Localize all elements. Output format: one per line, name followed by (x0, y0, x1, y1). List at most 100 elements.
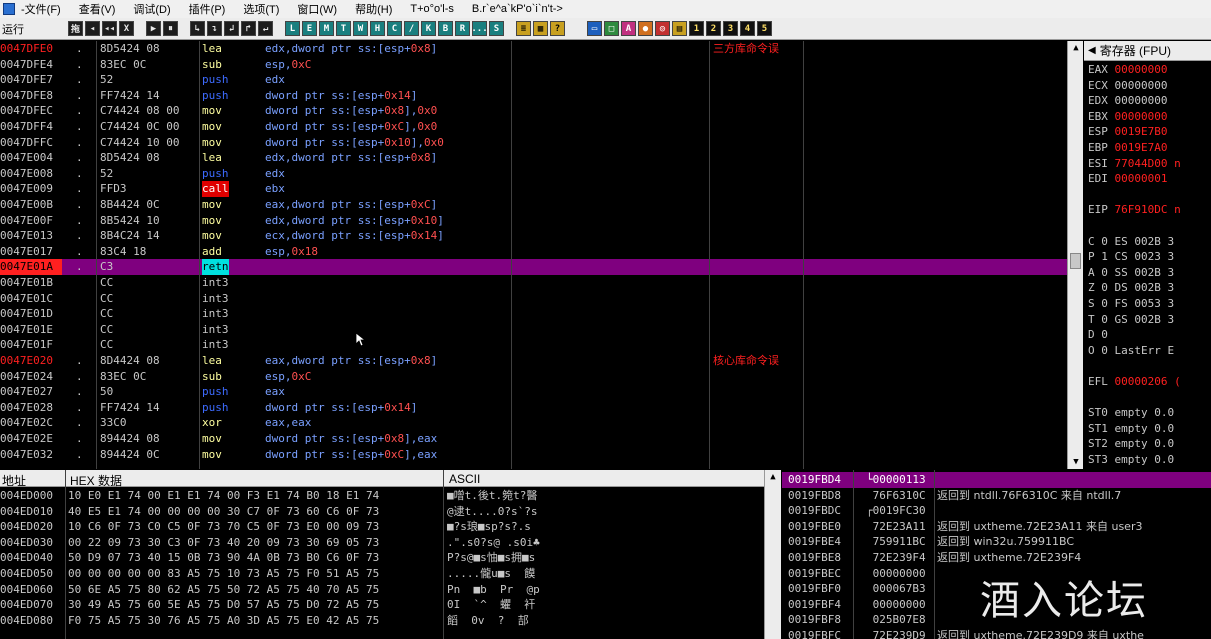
disasm-row[interactable]: 0047DFEC. C74424 08 00 mov dword ptr ss:[es… (0, 103, 1083, 119)
run-button[interactable]: ▶ (146, 21, 161, 36)
register-row[interactable]: P 1 CS 0023 3 (1088, 249, 1174, 265)
dump-row[interactable]: 004ED050 00 00 00 00 00 83 A5 75 10 73 A5… (0, 566, 764, 582)
dump-row[interactable]: 004ED080 F0 75 A5 75 30 76 A5 75 A0 3D A5… (0, 613, 764, 629)
step-into-button[interactable]: ↳ (190, 21, 205, 36)
window-icon-button[interactable]: ▭ (587, 21, 602, 36)
disasm-row[interactable]: 0047E01A. C3 retn (0, 259, 1083, 275)
disasm-row[interactable]: 0047DFE0. 8D5424 08 lea edx,dword ptr ss:[e… (0, 41, 1083, 57)
menu-tools[interactable]: T+o°o'l-s (410, 3, 453, 15)
register-row[interactable]: T 0 GS 002B 3 (1088, 312, 1174, 328)
trace-over-button[interactable]: ↱ (241, 21, 256, 36)
register-row[interactable]: ST1 empty 0.0 (1088, 421, 1174, 437)
disasm-row[interactable]: 0047E020. 8D4424 08 lea eax,dword ptr ss:[e… (0, 353, 1083, 369)
dump-row[interactable]: 004ED040 50 D9 07 73 40 15 0B 73 90 4A 0B… (0, 550, 764, 566)
callstack-window-button[interactable]: K (421, 21, 436, 36)
disasm-row[interactable]: 0047E024. 83EC 0C sub esp,0xC (0, 369, 1083, 385)
list-icon-button[interactable]: ≡ (516, 21, 531, 36)
disasm-row[interactable]: 0047E013. 8B4C24 14 mov ecx,dword ptr ss:[e… (0, 228, 1083, 244)
execute-till-return-button[interactable]: ↵ (258, 21, 273, 36)
registers-pane[interactable]: ◀ 寄存器 (FPU) EAX 00000000 ECX 00000000 EDX … (1084, 41, 1211, 469)
bookmark-5-button[interactable]: 5 (757, 21, 772, 36)
disasm-row[interactable]: 0047DFE8. FF7424 14 push dword ptr ss:[esp+… (0, 88, 1083, 104)
dump-row[interactable]: 004ED020 10 C6 0F 73 C0 C5 0F 73 70 C5 0F… (0, 519, 764, 535)
dump-row[interactable]: 004ED000 10 E0 E1 74 00 E1 E1 74 00 F3 E1… (0, 488, 764, 504)
menu-window[interactable]: 窗口(W) (297, 1, 337, 17)
disasm-row[interactable]: 0047E027. 50 push eax (0, 384, 1083, 400)
disassembly-scrollbar[interactable]: ▲ ▼ (1067, 41, 1083, 469)
disasm-row[interactable]: 0047E01B CC int3 (0, 275, 1083, 291)
register-row[interactable]: EAX 00000000 (1088, 62, 1167, 78)
dump-scrollbar[interactable]: ▲ (764, 470, 781, 639)
menu-options[interactable]: 选项(T) (243, 1, 279, 17)
register-row[interactable]: EFL 00000206 ( (1088, 374, 1181, 390)
register-row[interactable]: S 0 FS 0053 3 (1088, 296, 1174, 312)
disasm-row[interactable]: 0047E00B. 8B4424 0C mov eax,dword ptr ss:[e… (0, 197, 1083, 213)
disasm-row[interactable]: 0047E017. 83C4 18 add esp,0x18 (0, 244, 1083, 260)
disasm-row[interactable]: 0047E00F. 8B5424 10 mov edx,dword ptr ss:[e… (0, 213, 1083, 229)
disasm-row[interactable]: 0047E01F CC int3 (0, 337, 1083, 353)
disasm-row[interactable]: 0047E008. 52 push edx (0, 166, 1083, 182)
register-row[interactable] (1088, 390, 1095, 406)
calc-icon-button[interactable]: ▤ (672, 21, 687, 36)
disasm-row[interactable]: 0047E004. 8D5424 08 lea edx,dword ptr ss:[e… (0, 150, 1083, 166)
disasm-row[interactable]: 0047E009. FFD3 call ebx (0, 181, 1083, 197)
handles-window-button[interactable]: H (370, 21, 385, 36)
register-row[interactable]: ST3 empty 0.0 (1088, 452, 1174, 468)
register-row[interactable]: O 0 LastErr E (1088, 343, 1174, 359)
modules-window-button[interactable]: E (302, 21, 317, 36)
dump-col-ascii[interactable]: ASCII (449, 472, 480, 486)
memory-window-button[interactable]: M (319, 21, 334, 36)
register-row[interactable] (1088, 358, 1095, 374)
register-row[interactable]: D 0 (1088, 327, 1115, 343)
register-row[interactable]: EDI 00000001 (1088, 171, 1167, 187)
menu-help[interactable]: 帮助(H) (355, 1, 392, 17)
stack-row[interactable]: 0019FBDC ┌0019FC30 (782, 503, 1211, 519)
frame-icon-button[interactable]: □ (604, 21, 619, 36)
menu-file[interactable]: -文件(F) (21, 1, 61, 17)
register-row[interactable]: ST4 empty 1.00 (1088, 468, 1181, 470)
help-icon-button[interactable]: ? (550, 21, 565, 36)
register-row[interactable]: ST0 empty 0.0 (1088, 405, 1174, 421)
register-row[interactable] (1088, 187, 1095, 203)
dump-row[interactable]: 004ED010 40 E5 E1 74 00 00 00 00 30 C7 0F… (0, 504, 764, 520)
pause-button[interactable]: ⏸ (163, 21, 178, 36)
disasm-row[interactable]: 0047E01E CC int3 (0, 322, 1083, 338)
disasm-row[interactable]: 0047DFE7. 52 push edx (0, 72, 1083, 88)
disasm-row[interactable]: 0047E01D CC int3 (0, 306, 1083, 322)
scroll-up-icon[interactable]: ▲ (1068, 41, 1084, 55)
trace-into-button[interactable]: ↲ (224, 21, 239, 36)
log-window-button[interactable]: L (285, 21, 300, 36)
register-row[interactable]: ST2 empty 0.0 (1088, 436, 1174, 452)
bookmark-2-button[interactable]: 2 (706, 21, 721, 36)
target-icon-button[interactable]: ◎ (655, 21, 670, 36)
bookmark-3-button[interactable]: 3 (723, 21, 738, 36)
stack-row[interactable]: 0019FBE0 72E23A11 返回到 uxtheme.72E23A11 来自… (782, 519, 1211, 535)
cpu-window-button[interactable]: C (387, 21, 402, 36)
stack-row[interactable]: 0019FBE8 72E239F4 返回到 uxtheme.72E239F4 (782, 550, 1211, 566)
disasm-row[interactable]: 0047E02E. 894424 08 mov dword ptr ss:[esp+0… (0, 431, 1083, 447)
dump-row[interactable]: 004ED070 30 49 A5 75 60 5E A5 75 D0 57 A5… (0, 597, 764, 613)
chevron-left-icon[interactable]: ◀ (1088, 45, 1096, 56)
font-icon-button[interactable]: A (621, 21, 636, 36)
references-window-button[interactable]: R (455, 21, 470, 36)
register-row[interactable]: C 0 ES 002B 3 (1088, 234, 1174, 250)
register-row[interactable] (1088, 218, 1095, 234)
register-row[interactable]: EBX 00000000 (1088, 109, 1167, 125)
rewind-button[interactable]: ◂◂ (102, 21, 117, 36)
register-row[interactable]: EIP 76F910DC n (1088, 202, 1181, 218)
stack-row[interactable]: 0019FBD4 └00000113 (782, 472, 1211, 488)
register-row[interactable]: ECX 00000000 (1088, 78, 1167, 94)
register-row[interactable]: ESI 77044D00 n (1088, 156, 1181, 172)
stack-row[interactable]: 0019FBE4 759911BC 返回到 win32u.759911BC (782, 534, 1211, 550)
disasm-row[interactable]: 0047DFFC. C74424 10 00 mov dword ptr ss:[es… (0, 135, 1083, 151)
menu-debug[interactable]: 调试(D) (133, 1, 170, 17)
dump-col-address[interactable]: 地址 (2, 472, 26, 489)
disasm-row[interactable]: 0047E032. 894424 0C mov dword ptr ss:[esp+0… (0, 447, 1083, 463)
run-trace-window-button[interactable]: ... (471, 21, 488, 36)
menu-view[interactable]: 查看(V) (79, 1, 116, 17)
bookmark-1-button[interactable]: 1 (689, 21, 704, 36)
menu-breakpoint[interactable]: B.r`e^a`kP'o`i`n't-> (472, 3, 563, 15)
bookmark-4-button[interactable]: 4 (740, 21, 755, 36)
breakpoints-window-button[interactable]: B (438, 21, 453, 36)
threads-window-button[interactable]: T (336, 21, 351, 36)
